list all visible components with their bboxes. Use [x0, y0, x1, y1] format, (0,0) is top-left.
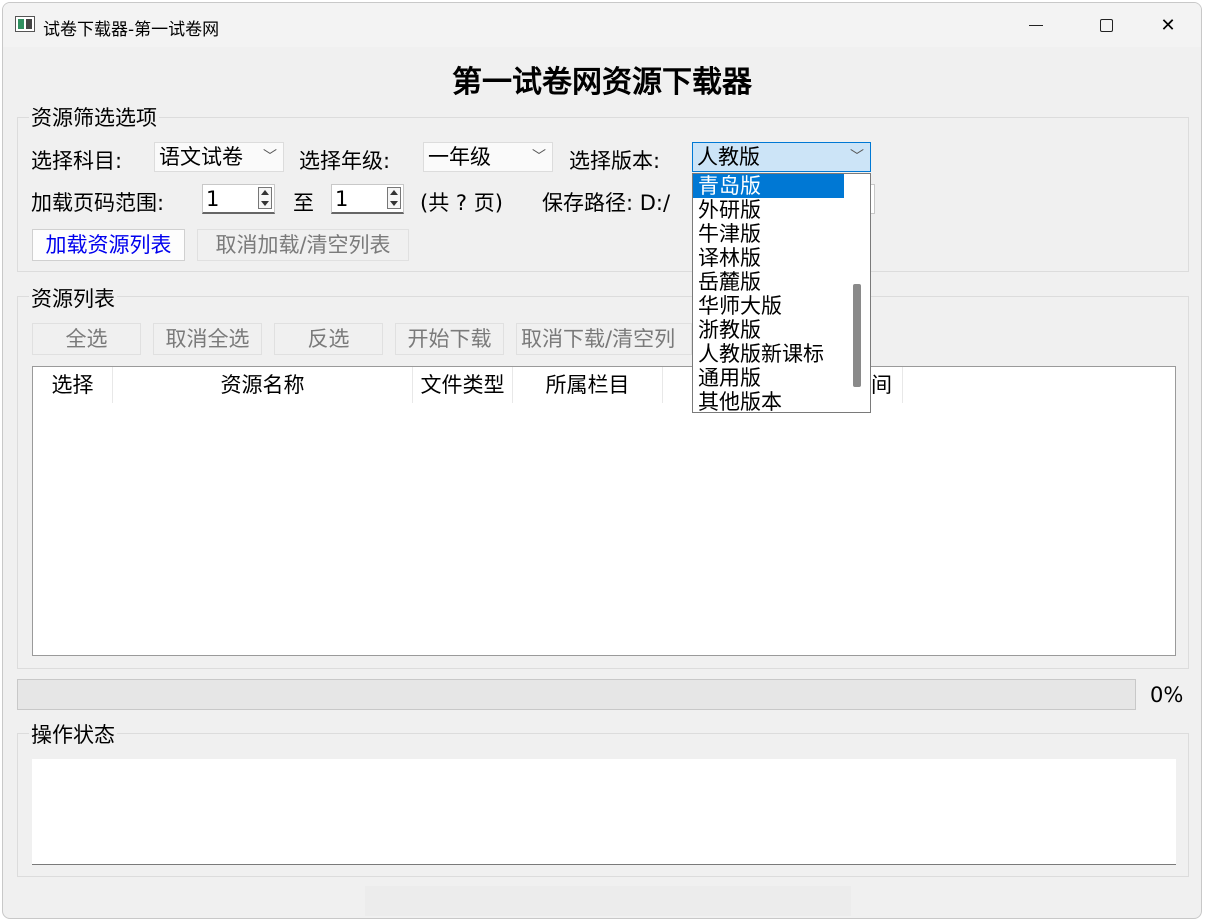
- spin-down-icon[interactable]: [261, 201, 269, 206]
- status-group-label: 操作状态: [29, 719, 117, 749]
- chevron-down-icon: ﹀: [263, 149, 277, 165]
- save-path-label: 保存路径: D:/: [542, 191, 671, 215]
- grade-label: 选择年级:: [299, 149, 391, 173]
- edition-option[interactable]: 人教版新课标: [693, 342, 844, 366]
- title-bar: 试卷下载器-第一试卷网 ✕: [3, 3, 1201, 47]
- minimize-button[interactable]: [1001, 3, 1071, 47]
- resource-group-label: 资源列表: [29, 283, 117, 313]
- column-header-select[interactable]: 选择: [33, 367, 113, 403]
- close-button[interactable]: ✕: [1133, 3, 1201, 47]
- dropdown-scrollbar-thumb[interactable]: [853, 284, 861, 387]
- load-list-button[interactable]: 加载资源列表: [32, 229, 185, 261]
- column-header-file-type[interactable]: 文件类型: [413, 367, 513, 403]
- spin-buttons[interactable]: [258, 187, 272, 209]
- select-all-button[interactable]: 全选: [32, 323, 141, 355]
- chevron-down-icon: ﹀: [850, 149, 864, 165]
- cancel-download-button[interactable]: 取消下载/清空列: [516, 323, 692, 355]
- subject-select[interactable]: 语文试卷 ﹀: [154, 142, 284, 172]
- grade-select[interactable]: 一年级 ﹀: [423, 142, 553, 172]
- edition-select[interactable]: 人教版 ﹀: [692, 142, 871, 172]
- close-icon: ✕: [1160, 14, 1176, 36]
- chevron-down-icon: ﹀: [532, 149, 546, 165]
- grade-select-value: 一年级: [428, 145, 491, 169]
- column-header-category[interactable]: 所属栏目: [513, 367, 663, 403]
- subject-label: 选择科目:: [31, 149, 123, 173]
- edition-label: 选择版本:: [569, 149, 661, 173]
- page-from-spinbox[interactable]: 1: [202, 184, 275, 214]
- maximize-icon: [1099, 18, 1113, 32]
- progress-percent: 0%: [1150, 683, 1184, 707]
- spin-down-icon[interactable]: [390, 201, 398, 206]
- app-window-icon: [15, 16, 35, 32]
- total-pages-label: (共 ? 页): [420, 191, 503, 215]
- edition-option[interactable]: 其他版本: [693, 390, 844, 412]
- start-download-button[interactable]: 开始下载: [395, 323, 504, 355]
- edition-option[interactable]: 岳麓版: [693, 270, 844, 294]
- edition-option[interactable]: 牛津版: [693, 222, 844, 246]
- page-to-value: 1: [335, 187, 349, 211]
- edition-option[interactable]: 华师大版: [693, 294, 844, 318]
- spin-up-icon[interactable]: [261, 190, 269, 195]
- maximize-button[interactable]: [1071, 3, 1141, 47]
- spin-up-icon[interactable]: [390, 190, 398, 195]
- page-to-spinbox[interactable]: 1: [331, 184, 404, 214]
- deselect-all-button[interactable]: 取消全选: [153, 323, 262, 355]
- resource-table[interactable]: 选择 资源名称 文件类型 所属栏目 间: [32, 366, 1176, 656]
- edition-option[interactable]: 译林版: [693, 246, 844, 270]
- footer-strip: [365, 886, 851, 916]
- subject-select-value: 语文试卷: [159, 145, 243, 169]
- status-log[interactable]: [32, 759, 1176, 865]
- edition-option[interactable]: 浙教版: [693, 318, 844, 342]
- filter-group-label: 资源筛选选项: [29, 102, 159, 132]
- minimize-icon: [1029, 24, 1043, 26]
- app-window: 试卷下载器-第一试卷网 ✕ 第一试卷网资源下载器 资源筛选选项 选择科目: 语文…: [2, 2, 1202, 919]
- spin-buttons[interactable]: [387, 187, 401, 209]
- page-title: 第一试卷网资源下载器: [452, 65, 752, 100]
- page-range-label: 加载页码范围:: [31, 191, 165, 215]
- edition-option[interactable]: 通用版: [693, 366, 844, 390]
- edition-dropdown-list[interactable]: 青岛版 外研版 牛津版 译林版 岳麓版 华师大版 浙教版 人教版新课标 通用版 …: [692, 173, 871, 413]
- download-progress-bar: [17, 679, 1136, 710]
- page-from-value: 1: [206, 187, 220, 211]
- column-header-name[interactable]: 资源名称: [113, 367, 413, 403]
- cancel-load-button[interactable]: 取消加载/清空列表: [197, 229, 409, 261]
- edition-option[interactable]: 外研版: [693, 198, 844, 222]
- to-label: 至: [293, 191, 314, 215]
- edition-option[interactable]: 青岛版: [693, 174, 844, 198]
- edition-select-value: 人教版: [697, 145, 760, 169]
- invert-selection-button[interactable]: 反选: [274, 323, 383, 355]
- window-title: 试卷下载器-第一试卷网: [43, 20, 220, 40]
